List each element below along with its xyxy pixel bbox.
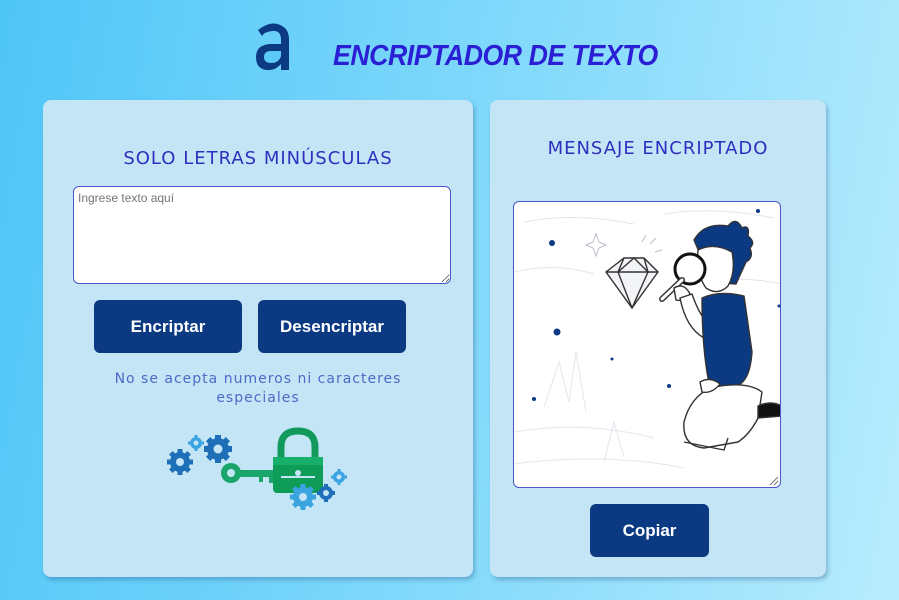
result-panel: MENSAJE ENCRIPTADO Copiar (490, 100, 826, 577)
encrypt-button[interactable]: Encriptar (94, 300, 242, 353)
text-input[interactable] (73, 186, 451, 284)
gear-icon (331, 469, 347, 485)
gear-icon (167, 449, 193, 475)
gear-icon (204, 435, 232, 463)
lock-gears-key-icon (167, 427, 347, 510)
person-with-magnifier-icon (514, 209, 780, 469)
gear-icon (290, 484, 316, 510)
diamond-icon (605, 257, 659, 310)
warning-text: No se acepta numeros ni caracteres espec… (114, 371, 402, 406)
gear-icon (188, 435, 204, 451)
header: ENCRIPTADOR DE TEXTO (0, 0, 899, 90)
person-icon (659, 220, 780, 451)
resize-grip-icon[interactable] (769, 476, 779, 486)
decrypt-button[interactable]: Desencriptar (258, 300, 406, 353)
page-title: ENCRIPTADOR DE TEXTO (333, 40, 658, 72)
result-panel-heading: MENSAJE ENCRIPTADO (547, 138, 769, 159)
copy-button[interactable]: Copiar (590, 504, 709, 557)
alura-logo-icon (256, 23, 289, 71)
output-area[interactable] (513, 201, 781, 488)
encrypt-panel: SOLO LETRAS MINÚSCULAS Encriptar Desencr… (43, 100, 473, 577)
padlock-icon (273, 427, 323, 493)
encrypt-panel-heading: SOLO LETRAS MINÚSCULAS (123, 148, 393, 169)
